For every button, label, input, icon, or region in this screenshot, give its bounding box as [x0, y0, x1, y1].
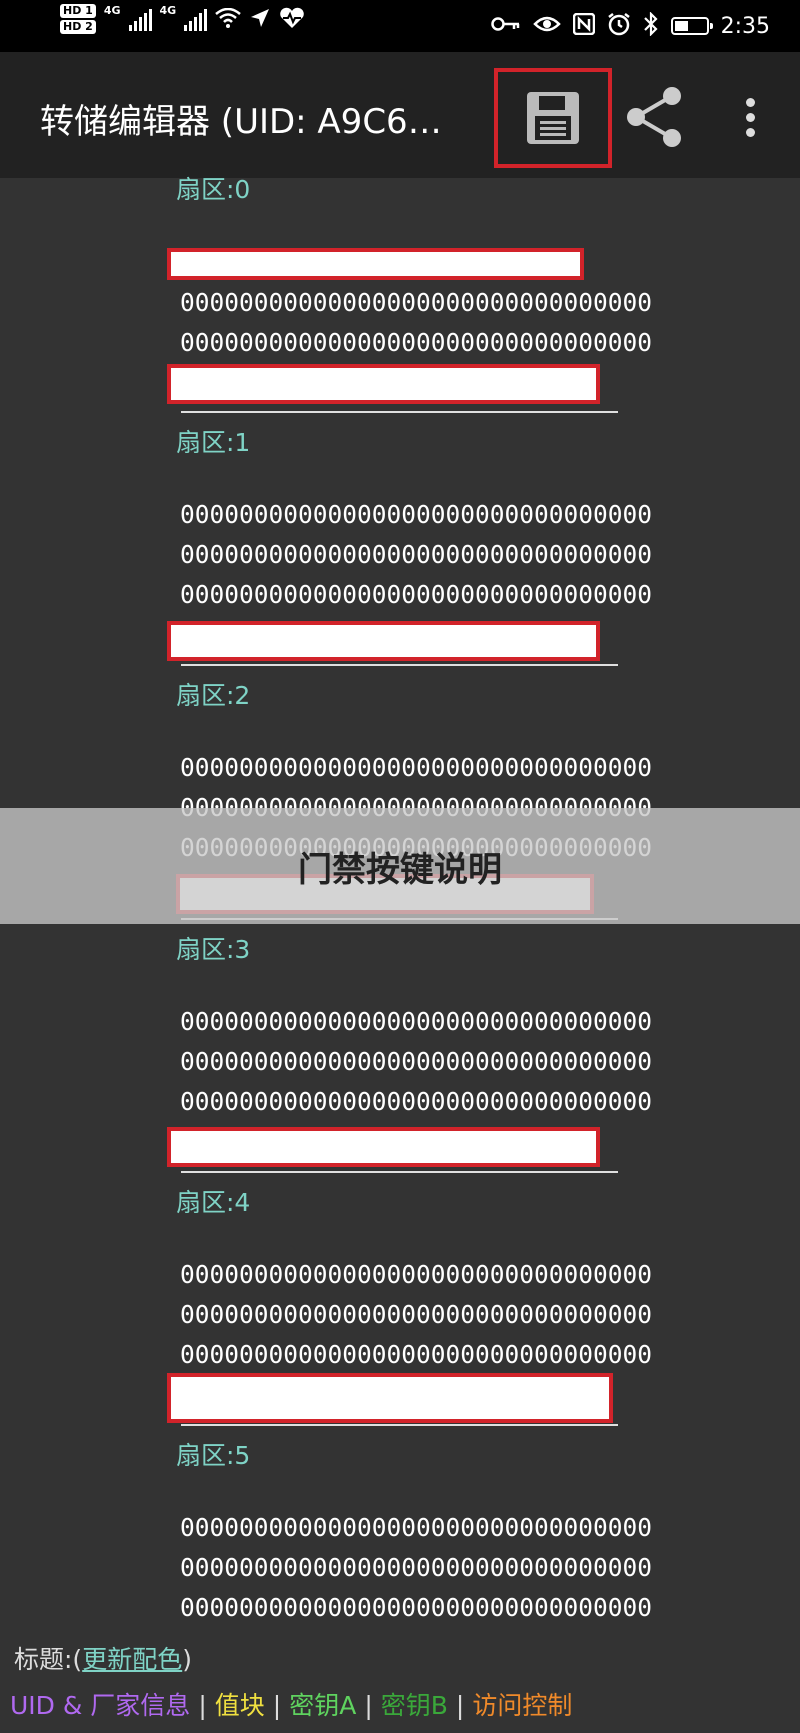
- sector-divider: [181, 411, 618, 413]
- network-type-1: 4G: [103, 4, 121, 17]
- banner-text: 门禁按键说明: [298, 849, 502, 890]
- signal-icon-2: [184, 7, 208, 31]
- hex-block-line[interactable]: 00000000000000000000000000000000: [180, 1260, 652, 1289]
- overlay-banner: 门禁按键说明: [0, 808, 800, 924]
- hex-block-line[interactable]: 00000000000000000000000000000000: [180, 1007, 652, 1036]
- legend-item-uid: UID & 厂家信息: [10, 1691, 191, 1720]
- heart-rate-icon: [279, 7, 305, 32]
- floppy-disk-icon: [527, 92, 579, 144]
- legend-separator: |: [364, 1691, 373, 1720]
- hex-block-line[interactable]: 00000000000000000000000000000000: [180, 1300, 652, 1329]
- sector-label: 扇区:5: [176, 1441, 251, 1470]
- hex-block-line[interactable]: 00000000000000000000000000000000: [180, 1047, 652, 1076]
- legend-item-key-b: 密钥B: [380, 1691, 448, 1720]
- legend-title: 标题:(更新配色): [14, 1640, 192, 1676]
- sector-label: 扇区:4: [176, 1188, 251, 1217]
- nfc-icon: [572, 12, 595, 39]
- more-vert-icon-dot: [745, 97, 755, 107]
- wifi-icon: [215, 7, 242, 31]
- sector-label: 扇区:3: [176, 935, 251, 964]
- hd-indicators: HD 1 HD 2: [60, 4, 96, 34]
- legend-title-prefix: 标题:(: [14, 1645, 83, 1674]
- hex-block-line[interactable]: 00000000000000000000000000000000: [180, 540, 652, 569]
- hd1-badge: HD 1: [60, 4, 96, 18]
- more-options-button[interactable]: [725, 82, 775, 152]
- legend-separator: |: [455, 1691, 465, 1720]
- sector-divider: [181, 664, 618, 666]
- location-arrow-icon: [249, 7, 271, 32]
- legend-separator: |: [272, 1691, 282, 1720]
- legend-separator: |: [198, 1691, 207, 1720]
- hex-block-line[interactable]: 00000000000000000000000000000000: [180, 328, 652, 357]
- legend-item-value-block: 值块: [214, 1691, 265, 1720]
- page-title: 转储编辑器 (UID: A9C6…: [40, 102, 442, 142]
- sector-label: 扇区:2: [176, 681, 251, 710]
- alarm-icon: [607, 12, 631, 40]
- sector-divider: [181, 1171, 618, 1173]
- sector-divider: [181, 1424, 618, 1426]
- hex-block-line[interactable]: 00000000000000000000000000000000: [180, 1513, 652, 1542]
- share-button[interactable]: [620, 82, 690, 152]
- status-bar: HD 1 HD 2 4G 4G 2:35: [0, 0, 800, 52]
- share-icon: [627, 87, 681, 147]
- redacted-block: [167, 248, 584, 280]
- key-icon: [490, 15, 521, 37]
- redacted-block: [167, 1127, 600, 1167]
- eye-icon: [532, 14, 561, 38]
- legend-title-suffix: ): [182, 1645, 192, 1674]
- more-vert-icon-dot: [745, 127, 755, 137]
- hex-block-line[interactable]: 00000000000000000000000000000000: [180, 1593, 652, 1622]
- sector-label: 扇区:1: [176, 428, 251, 457]
- app-bar: 转储编辑器 (UID: A9C6…: [0, 52, 800, 178]
- signal-icon: [128, 7, 152, 31]
- battery-icon: [670, 17, 713, 35]
- hex-block-line[interactable]: 00000000000000000000000000000000: [180, 1087, 652, 1116]
- update-colors-link[interactable]: 更新配色: [82, 1645, 182, 1674]
- color-legend: UID & 厂家信息 | 值块 | 密钥A | 密钥B | 访问控制: [10, 1686, 572, 1722]
- redacted-block: [167, 1373, 613, 1423]
- hex-block-line[interactable]: 00000000000000000000000000000000: [180, 753, 652, 782]
- redacted-block: [167, 621, 600, 661]
- hex-block-line[interactable]: 00000000000000000000000000000000: [180, 1553, 652, 1582]
- hex-block-line[interactable]: 00000000000000000000000000000000: [180, 1340, 652, 1369]
- hd2-badge: HD 2: [60, 20, 96, 34]
- hex-block-line[interactable]: 00000000000000000000000000000000: [180, 500, 652, 529]
- hex-block-line[interactable]: 00000000000000000000000000000000: [180, 288, 652, 317]
- status-left: HD 1 HD 2 4G 4G: [60, 4, 305, 34]
- sector-label: 扇区:0: [176, 175, 251, 204]
- legend-item-key-a: 密钥A: [289, 1691, 357, 1720]
- legend-item-access-control: 访问控制: [472, 1691, 573, 1720]
- network-type-2: 4G: [159, 4, 177, 17]
- hex-block-line[interactable]: 00000000000000000000000000000000: [180, 580, 652, 609]
- more-vert-icon-dot: [745, 112, 755, 122]
- clock: 2:35: [720, 13, 770, 39]
- status-right: 2:35: [490, 11, 770, 40]
- redacted-block: [167, 364, 600, 404]
- save-button[interactable]: [494, 68, 612, 168]
- bluetooth-icon: [643, 11, 659, 40]
